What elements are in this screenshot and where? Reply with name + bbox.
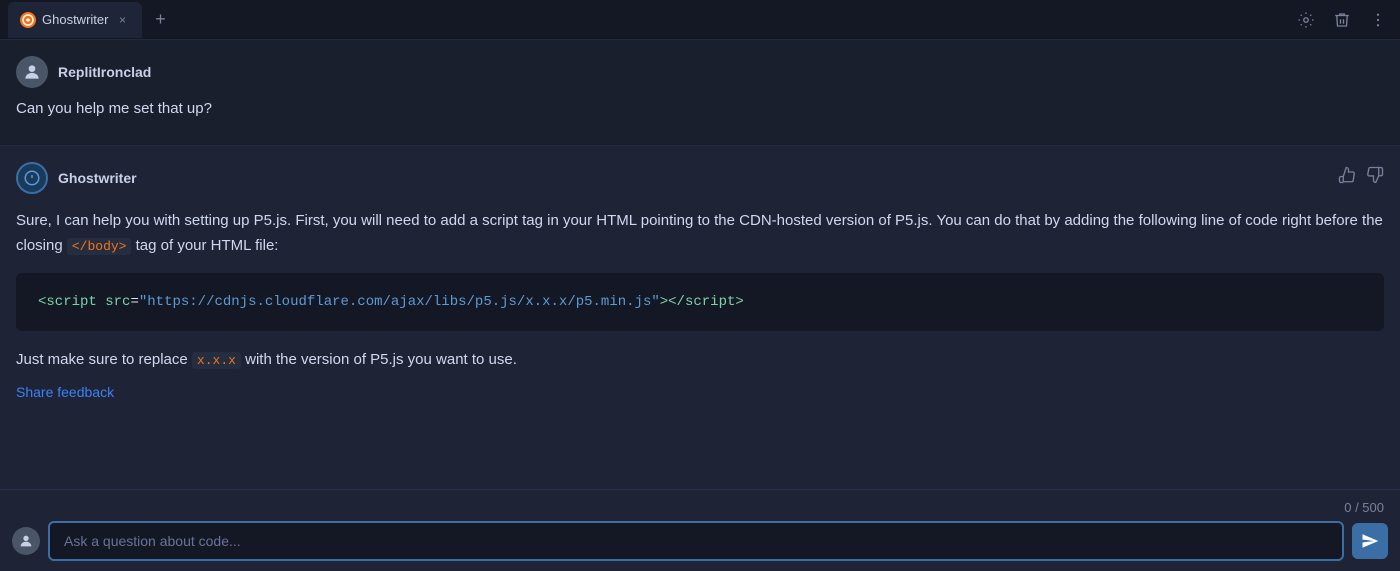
ai-name: Ghostwriter [58, 170, 137, 186]
code-block: <script src="https://cdnjs.cloudflare.co… [16, 273, 1384, 331]
ai-inline-closing-tag: </body> [67, 238, 132, 255]
chat-input[interactable] [48, 521, 1344, 561]
send-button[interactable] [1352, 523, 1388, 559]
thumbs-down-icon[interactable] [1366, 166, 1384, 189]
trash-icon[interactable] [1328, 6, 1356, 34]
thumbs-up-icon[interactable] [1338, 166, 1356, 189]
tab-bar-right [1292, 6, 1392, 34]
footer-text-after: with the version of P5.js you want to us… [241, 351, 517, 368]
tab-close-button[interactable]: × [114, 12, 130, 28]
input-row [12, 521, 1388, 561]
user-header: ReplitIronclad [16, 56, 1384, 88]
user-name: ReplitIronclad [58, 64, 151, 80]
more-icon[interactable] [1364, 6, 1392, 34]
ai-message: Ghostwriter Sure, I can help y [0, 146, 1400, 490]
char-count-row: 0 / 500 [12, 500, 1388, 515]
footer-inline-version: x.x.x [192, 352, 241, 369]
ai-header-left: Ghostwriter [16, 162, 137, 194]
code-close-open: ></ [660, 294, 685, 310]
tab-icon [20, 12, 36, 28]
ai-header: Ghostwriter [16, 162, 1384, 194]
settings-icon[interactable] [1292, 6, 1320, 34]
tab-bar: Ghostwriter × + [0, 0, 1400, 40]
ghostwriter-tab[interactable]: Ghostwriter × [8, 2, 142, 38]
char-count: 0 / 500 [1344, 500, 1384, 515]
code-src-attr: src [105, 294, 130, 310]
ai-text-after-tag: tag of your HTML file: [131, 237, 278, 254]
tab-bar-left: Ghostwriter × + [8, 2, 174, 38]
ai-feedback-icons [1338, 166, 1384, 189]
new-tab-button[interactable]: + [146, 6, 174, 34]
tab-label: Ghostwriter [42, 12, 108, 27]
code-close-bracket: > [735, 294, 743, 310]
footer-text-before: Just make sure to replace [16, 351, 192, 368]
code-url-string: "https://cdnjs.cloudflare.com/ajax/libs/… [139, 294, 660, 310]
ai-footer-text: Just make sure to replace x.x.x with the… [16, 347, 1384, 373]
share-feedback-link[interactable]: Share feedback [16, 384, 114, 400]
ai-response-text: Sure, I can help you with setting up P5.… [16, 208, 1384, 259]
user-text: Can you help me set that up? [16, 98, 1384, 121]
user-avatar [16, 56, 48, 88]
code-script-close-tag: script [685, 294, 735, 310]
user-message: ReplitIronclad Can you help me set that … [0, 40, 1400, 146]
ai-avatar [16, 162, 48, 194]
bottom-bar: 0 / 500 [0, 489, 1400, 571]
code-script-tag: script [46, 294, 96, 310]
input-avatar [12, 527, 40, 555]
chat-area: ReplitIronclad Can you help me set that … [0, 40, 1400, 489]
